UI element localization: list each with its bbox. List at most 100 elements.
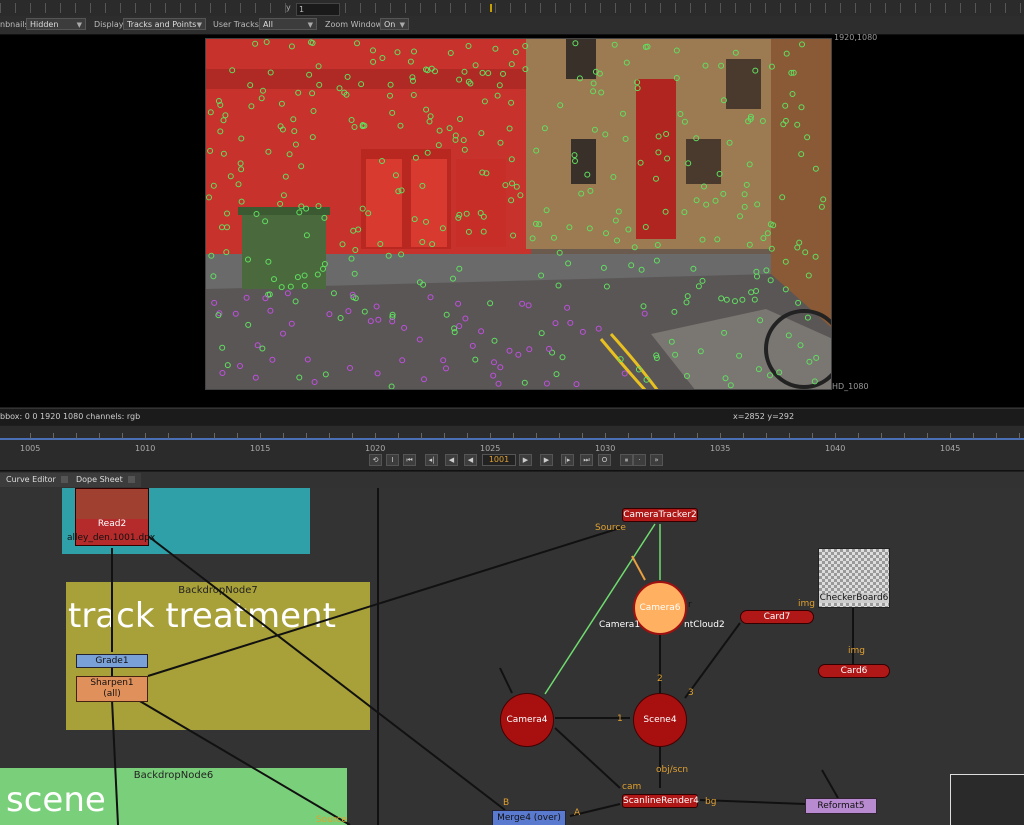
- ruler-tick: [855, 3, 856, 13]
- timeline-tick: [398, 433, 399, 439]
- tab-label: Curve Editor: [6, 475, 56, 484]
- pointcloud-label: ntCloud2: [684, 620, 725, 630]
- display-dropdown[interactable]: Tracks and Points ▼: [123, 18, 206, 30]
- y-field[interactable]: 1: [296, 3, 340, 16]
- source-label-2: Source: [316, 815, 347, 825]
- close-icon[interactable]: [60, 476, 68, 483]
- ruler-tick: [675, 3, 676, 13]
- ruler-tick: [660, 3, 661, 13]
- timeline-tick-label: 1015: [250, 444, 271, 453]
- timeline-tick: [375, 433, 376, 439]
- ruler-tick: [375, 3, 376, 13]
- fast-forward-button[interactable]: »: [650, 454, 663, 466]
- timeline-tick: [260, 433, 261, 439]
- play-forward-button[interactable]: ▶: [519, 454, 532, 466]
- timeline-tick: [950, 433, 951, 439]
- scene4-node[interactable]: Scene4: [633, 693, 687, 747]
- timeline-tick: [214, 433, 215, 439]
- chevron-down-icon: ▼: [76, 21, 82, 29]
- ruler-tick: [645, 3, 646, 13]
- timeline-tick: [168, 433, 169, 439]
- out-point-button[interactable]: O: [598, 454, 611, 466]
- ruler-tick: [465, 3, 466, 13]
- ruler-tick: [270, 3, 271, 13]
- first-frame-button[interactable]: ⏮: [403, 454, 416, 466]
- ruler-tick: [120, 3, 121, 13]
- ruler-tick: [1020, 3, 1021, 13]
- timeline-tick: [766, 433, 767, 439]
- ruler-tick: [510, 3, 511, 13]
- source-label: Source: [595, 523, 626, 533]
- in-point-button[interactable]: I: [386, 454, 399, 466]
- step-forward-button[interactable]: ▶: [540, 454, 553, 466]
- next-keyframe-button[interactable]: |▸: [561, 454, 574, 466]
- close-icon[interactable]: [127, 476, 135, 483]
- read2-filename: alley_den.1001.dpx: [67, 533, 156, 543]
- cursor-coords: x=2852 y=292: [733, 412, 795, 421]
- objscn-label: obj/scn: [656, 765, 689, 775]
- camera4-node[interactable]: Camera4: [500, 693, 554, 747]
- ruler-tick: [990, 3, 991, 13]
- tab-dope-sheet[interactable]: Dope Sheet: [70, 473, 141, 487]
- chevron-down-icon: ▼: [399, 21, 405, 29]
- loop-icon[interactable]: ⟲: [369, 454, 382, 466]
- timeline-tick: [812, 433, 813, 439]
- ruler-tick: [585, 3, 586, 13]
- user-tracks-dropdown[interactable]: All ▼: [259, 18, 317, 30]
- minimap[interactable]: [950, 774, 1024, 825]
- checkerboard6-label: CheckerBoard6: [819, 593, 889, 603]
- ruler-tick: [960, 3, 961, 13]
- top-ruler[interactable]: [0, 0, 1024, 17]
- ruler-tick: [195, 3, 196, 13]
- ruler-tick: [390, 3, 391, 13]
- play-backward-button[interactable]: ◀: [464, 454, 477, 466]
- zoom-window-dropdown[interactable]: On ▼: [380, 18, 409, 30]
- ruler-tick: [900, 3, 901, 13]
- timeline-range-bar[interactable]: [0, 438, 1024, 440]
- ruler-tick: [345, 3, 346, 13]
- prev-keyframe-button[interactable]: ◂|: [425, 454, 438, 466]
- timeline-tick: [421, 433, 422, 439]
- ruler-tick: [945, 3, 946, 13]
- step-back-button[interactable]: ◀: [445, 454, 458, 466]
- cameratracker2-node[interactable]: CameraTracker2: [622, 508, 698, 522]
- timeline-tick: [122, 433, 123, 439]
- read2-thumbnail: [76, 489, 148, 519]
- node-graph[interactable]: BackdropNode7 track treatment BackdropNo…: [0, 488, 1024, 825]
- ruler-tick: [975, 3, 976, 13]
- r-label: r: [688, 600, 692, 610]
- checkerboard6-node[interactable]: CheckerBoard6: [818, 548, 890, 608]
- timeline-tick: [743, 433, 744, 439]
- fps-button[interactable]: ⏸: [620, 454, 633, 466]
- ruler-tick: [180, 3, 181, 13]
- thumbnails-dropdown[interactable]: Hidden ▼: [26, 18, 86, 30]
- timeline-tick: [582, 433, 583, 439]
- grade1-node[interactable]: Grade1: [76, 654, 148, 668]
- tab-curve-editor[interactable]: Curve Editor: [0, 473, 74, 487]
- thumbnails-label: nbnails: [0, 20, 29, 29]
- ruler-tick: [135, 3, 136, 13]
- sharpen1-node[interactable]: Sharpen1 (all): [76, 676, 148, 702]
- ruler-tick: [930, 3, 931, 13]
- timeline-tick-label: 1005: [20, 444, 41, 453]
- timeline-tick-label: 1020: [365, 444, 386, 453]
- reformat5-node[interactable]: Reformat5: [805, 798, 877, 814]
- current-frame-field[interactable]: 1001: [482, 454, 516, 466]
- timeline-tick: [467, 433, 468, 439]
- last-frame-button[interactable]: ⏭: [580, 454, 593, 466]
- ruler-tick: [690, 3, 691, 13]
- card7-node[interactable]: Card7: [740, 610, 814, 624]
- ruler-tick: [225, 3, 226, 13]
- timeline-tick: [191, 433, 192, 439]
- viewer-image[interactable]: [205, 38, 832, 390]
- ruler-tick: [705, 3, 706, 13]
- timeline-tick: [674, 433, 675, 439]
- merge4-node[interactable]: Merge4 (over): [492, 810, 566, 825]
- scanlinerender4-node[interactable]: ScanlineRender4: [622, 794, 699, 808]
- skip-button[interactable]: ·: [633, 454, 646, 466]
- timeline-tick-label: 1030: [595, 444, 616, 453]
- ruler-tick: [555, 3, 556, 13]
- ruler-tick: [30, 3, 31, 13]
- card6-node[interactable]: Card6: [818, 664, 890, 678]
- camera6-node[interactable]: Camera6: [633, 581, 687, 635]
